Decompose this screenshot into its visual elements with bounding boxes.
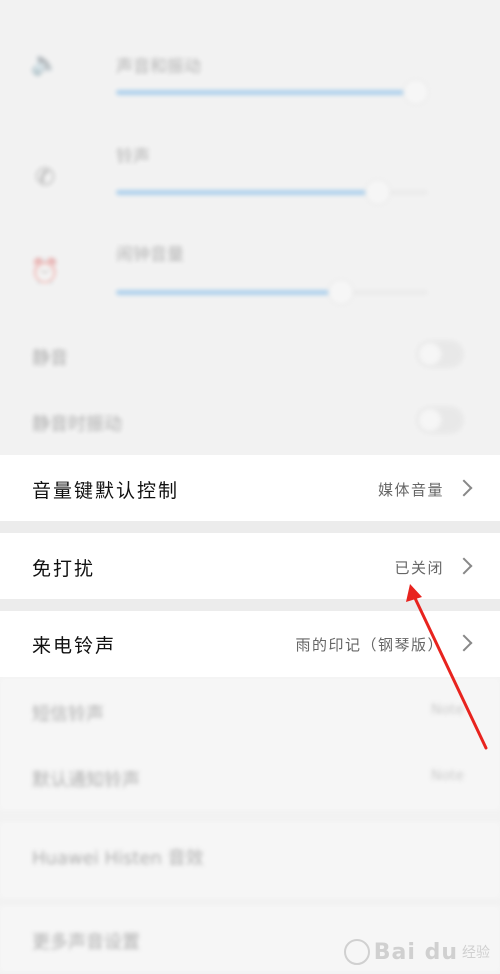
watermark-sub: 经验 (462, 945, 490, 961)
arrow-shaft (412, 594, 488, 750)
annotation-arrow (406, 584, 488, 750)
arrow-head (406, 584, 422, 602)
baidu-watermark: Bai du 经验 (343, 936, 490, 968)
watermark-logo: Bai du (373, 939, 458, 965)
paw-icon (343, 939, 370, 965)
